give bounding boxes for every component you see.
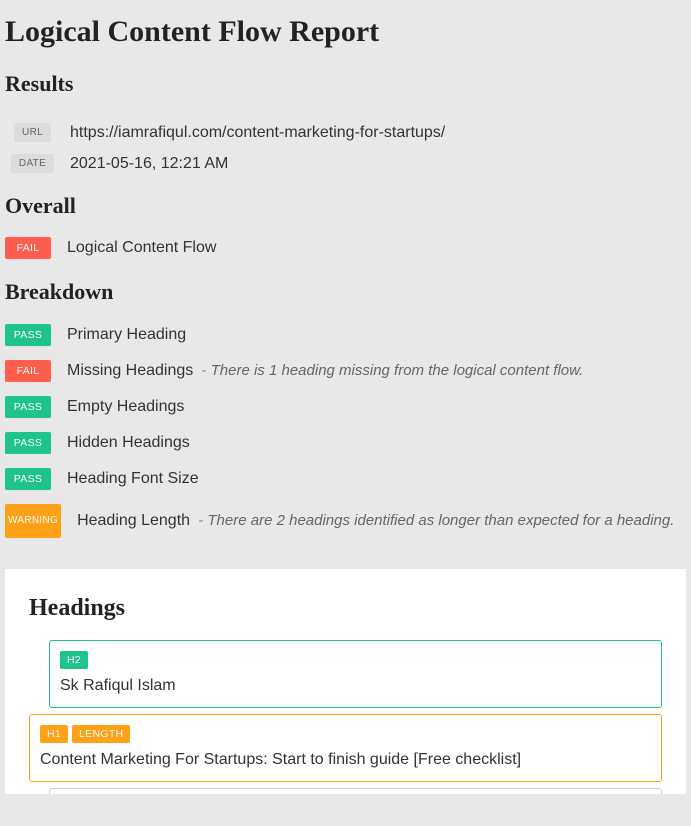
status-badge: PASS <box>5 468 51 490</box>
meta-label: URL <box>14 123 51 142</box>
headings-card: Headings H2 Sk Rafiqul Islam H1LENGTH Conte… <box>5 569 686 794</box>
status-badge: WARNING <box>5 504 61 538</box>
overall-heading: Overall <box>5 179 686 231</box>
breakdown-row: PASS Empty Headings <box>5 389 686 425</box>
breakdown-text: Heading Font Size <box>67 470 199 487</box>
meta-value: 2021-05-16, 12:21 AM <box>60 155 228 173</box>
heading-tag: LENGTH <box>72 725 130 743</box>
truncated-indicator <box>49 788 662 794</box>
heading-entry: H1LENGTH Content Marketing For Startups: … <box>29 714 662 782</box>
breakdown-list: PASSPrimary HeadingFAILMissing Headings … <box>5 317 686 545</box>
meta-row: URL https://iamrafiqul.com/content-market… <box>5 117 686 148</box>
status-badge: PASS <box>5 324 51 346</box>
breakdown-text: Empty Headings <box>67 398 184 415</box>
overall-status-text: Logical Content Flow <box>67 239 216 257</box>
heading-entry: H2 Sk Rafiqul Islam <box>49 640 662 708</box>
breakdown-note: - There are 2 headings identified as lon… <box>194 512 674 529</box>
breakdown-heading: Breakdown <box>5 265 686 317</box>
meta-row: DATE 2021-05-16, 12:21 AM <box>5 148 686 179</box>
overall-status-badge: FAIL <box>5 237 51 259</box>
breakdown-text: Missing Headings <box>67 362 193 379</box>
results-meta: URL https://iamrafiqul.com/content-market… <box>5 117 686 179</box>
breakdown-row: WARNING Heading Length - There are 2 head… <box>5 497 686 545</box>
status-badge: FAIL <box>5 360 51 382</box>
meta-value: https://iamrafiqul.com/content-marketing… <box>60 124 445 142</box>
tag-row: H2 <box>60 651 651 669</box>
headings-heading: Headings <box>29 589 662 640</box>
breakdown-row: PASS Hidden Headings <box>5 425 686 461</box>
breakdown-note: - There is 1 heading missing from the lo… <box>197 362 583 379</box>
heading-text: Content Marketing For Startups: Start to… <box>40 751 651 769</box>
breakdown-row: PASS Heading Font Size <box>5 461 686 497</box>
breakdown-text: Heading Length <box>77 512 190 529</box>
heading-tag: H2 <box>60 651 88 669</box>
status-badge: PASS <box>5 396 51 418</box>
breakdown-text: Hidden Headings <box>67 434 190 451</box>
overall-row: FAIL Logical Content Flow <box>5 231 686 265</box>
tag-row: H1LENGTH <box>40 725 651 743</box>
results-heading: Results <box>5 57 686 109</box>
heading-tag: H1 <box>40 725 68 743</box>
report-title: Logical Content Flow Report <box>5 5 686 57</box>
meta-label: DATE <box>11 154 54 173</box>
breakdown-row: PASS Primary Heading <box>5 317 686 353</box>
headings-list: H2 Sk Rafiqul Islam H1LENGTH Content Market… <box>29 640 662 782</box>
heading-text: Sk Rafiqul Islam <box>60 677 651 695</box>
status-badge: PASS <box>5 432 51 454</box>
breakdown-text: Primary Heading <box>67 326 186 343</box>
breakdown-row: FAIL Missing Headings - There is 1 headin… <box>5 353 686 389</box>
